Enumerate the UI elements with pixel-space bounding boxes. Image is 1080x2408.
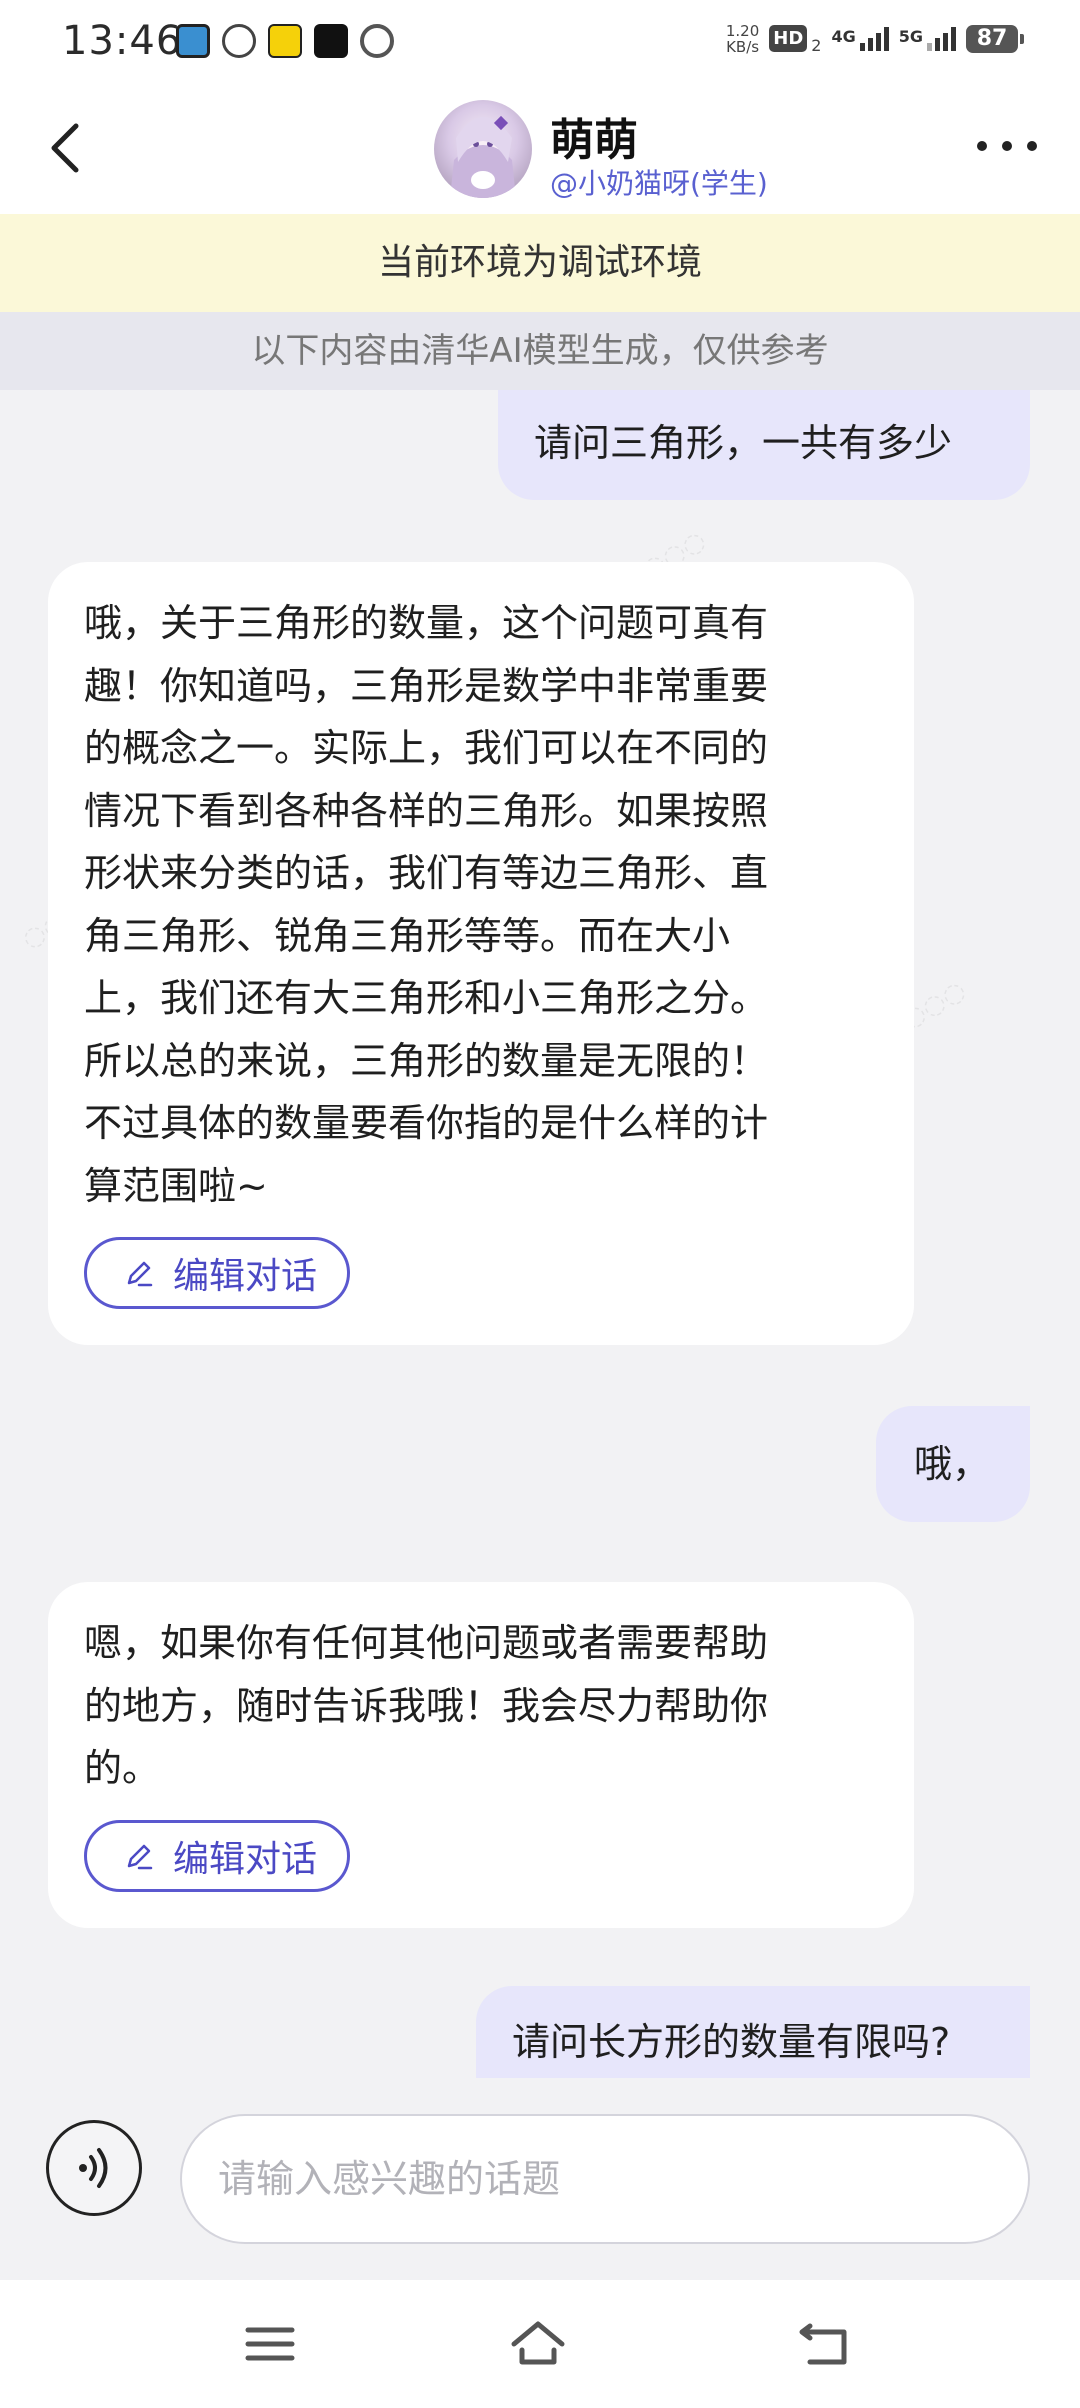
hd-sub-label: 2 [811, 36, 822, 55]
more-options-icon[interactable] [974, 136, 1040, 156]
hd-icon: HD [769, 25, 808, 52]
ai-message-text: 哦，关于三角形的数量，这个问题可真有 趣！你知道吗，三角形是数学中非常重要 的概… [84, 601, 769, 1208]
signal-4g-icon: 4G [831, 26, 889, 51]
chat-title: 萌萌 [550, 115, 638, 166]
back-arrow-icon[interactable] [42, 118, 92, 178]
user-message-text: 请问三角形，一共有多少 [534, 421, 953, 465]
ai-message-text: 嗯，如果你有任何其他问题或者需要帮助 的地方，随时告诉我哦！我会尽力帮助你 的。 [84, 1621, 769, 1790]
status-time: 13:46 [62, 18, 183, 64]
chat-messages[interactable]: ◌◌◌ ◌◌◌ ◌◌◌ 请问三角形，一共有多少 哦，关于三角形的数量，这个问题可… [0, 390, 1080, 2078]
edit-pencil-icon [127, 1844, 153, 1869]
user-message[interactable]: 请问长方形的数量有限吗? [476, 1986, 1030, 2078]
wechat-icon [222, 24, 256, 58]
voice-input-button[interactable] [46, 2120, 142, 2216]
voice-icon [79, 2148, 108, 2188]
net-speed: 1.20 KB/s [725, 21, 760, 56]
edit-dialog-button[interactable]: 编辑对话 [84, 1237, 351, 1309]
status-app-icons [176, 24, 394, 58]
user-message-text: 哦， [914, 1442, 991, 1486]
debug-env-banner: 当前环境为调试环境 [0, 214, 1080, 312]
kuaidi-icon [268, 24, 302, 58]
system-nav-bar [0, 2280, 1080, 2408]
home-icon[interactable] [508, 2318, 568, 2370]
edit-pencil-icon [127, 1261, 153, 1287]
nav-back-icon[interactable] [796, 2318, 856, 2370]
input-bar [0, 2078, 1080, 2280]
user-message-text: 请问长方形的数量有限吗? [512, 2020, 951, 2064]
user-message[interactable]: 哦， [876, 1406, 1030, 1522]
edit-dialog-label: 编辑对话 [173, 1256, 318, 1297]
browser-icon [360, 24, 394, 58]
signal-5g-icon: 5G [899, 26, 956, 51]
app-notification-icon [176, 24, 210, 58]
ai-message[interactable]: 哦，关于三角形的数量，这个问题可真有 趣！你知道吗，三角形是数学中非常重要 的概… [48, 562, 914, 1345]
chat-header: 萌萌 @小奶猫呀(学生) [0, 86, 1080, 214]
tiktok-icon [314, 24, 348, 58]
message-input[interactable] [180, 2114, 1030, 2244]
edit-dialog-button[interactable]: 编辑对话 [84, 1819, 351, 1892]
status-indicators: 1.20 KB/s HD 2 4G 5G 87 [725, 21, 1024, 56]
menu-icon[interactable] [240, 2318, 300, 2370]
status-bar: 13:46 1.20 KB/s HD 2 4G 5G 87 [0, 0, 1080, 86]
user-message[interactable]: 请问三角形，一共有多少 [498, 390, 1030, 500]
ai-message[interactable]: 嗯，如果你有任何其他问题或者需要帮助 的地方，随时告诉我哦！我会尽力帮助你 的。… [48, 1582, 914, 1928]
avatar[interactable] [434, 100, 532, 198]
edit-dialog-label: 编辑对话 [173, 1838, 318, 1880]
battery-icon: 87 [966, 24, 1024, 53]
ai-disclaimer: 以下内容由清华AI模型生成，仅供参考 [0, 312, 1080, 390]
chat-handle[interactable]: @小奶猫呀(学生) [550, 162, 768, 202]
